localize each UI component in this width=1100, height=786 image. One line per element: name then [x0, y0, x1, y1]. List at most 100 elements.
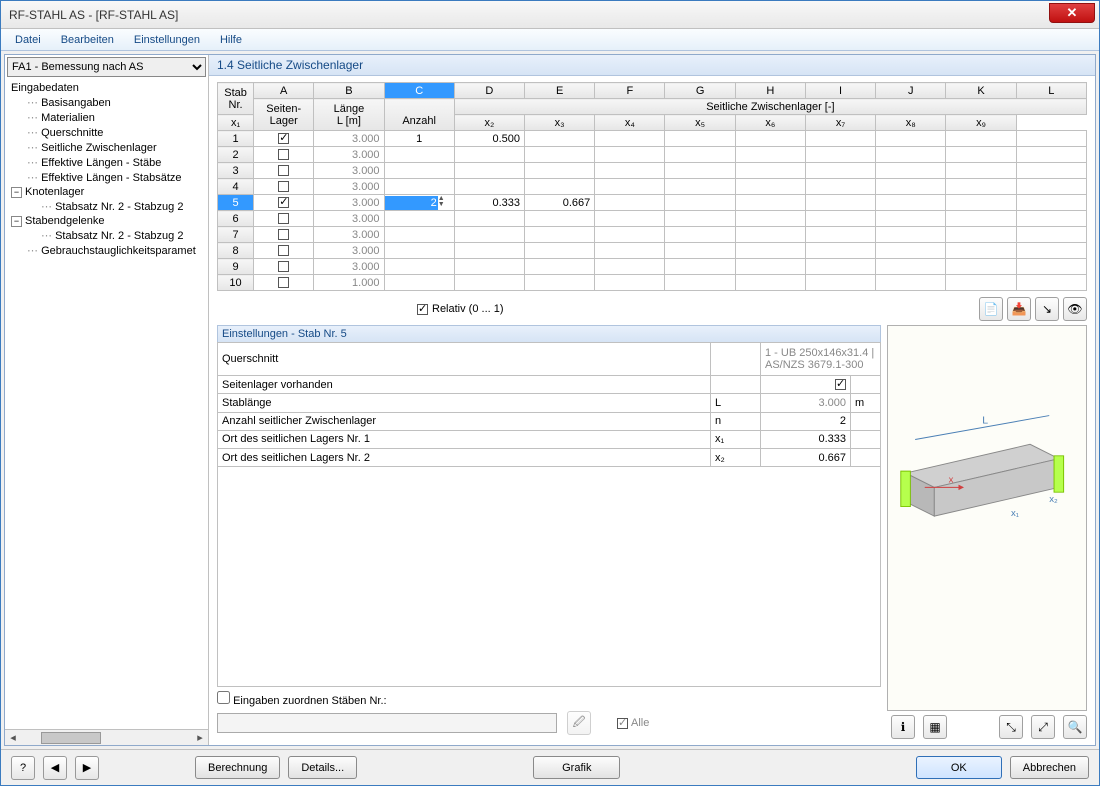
row-header[interactable]: 3: [218, 163, 254, 179]
col-K[interactable]: K: [946, 83, 1016, 99]
menu-datei[interactable]: Datei: [7, 32, 49, 48]
col-B[interactable]: B: [314, 83, 384, 99]
assign-checkbox[interactable]: Eingaben zuordnen Stäben Nr.:: [217, 691, 387, 707]
axis-icon[interactable]: ⤡: [999, 715, 1023, 739]
checkbox-icon[interactable]: [278, 245, 289, 256]
anzahl-input[interactable]: [385, 196, 438, 210]
details-button[interactable]: Details...: [288, 756, 357, 779]
row-header[interactable]: 9: [218, 259, 254, 275]
help-icon[interactable]: ?: [11, 756, 35, 780]
table-row[interactable]: 83.000: [218, 243, 1087, 259]
checkbox-icon[interactable]: [278, 277, 289, 288]
menu-einstellungen[interactable]: Einstellungen: [126, 32, 208, 48]
close-button[interactable]: ✕: [1049, 3, 1095, 23]
abbrechen-button[interactable]: Abbrechen: [1010, 756, 1089, 779]
table-row[interactable]: 73.000: [218, 227, 1087, 243]
scroll-thumb[interactable]: [41, 732, 101, 744]
table-row[interactable]: 43.000: [218, 179, 1087, 195]
tree-stabendgelenke-child[interactable]: ⋯ Stabsatz Nr. 2 - Stabzug 2: [9, 228, 204, 243]
collapse-icon[interactable]: −: [11, 216, 22, 227]
row-header[interactable]: 2: [218, 147, 254, 163]
berechnung-button[interactable]: Berechnung: [195, 756, 280, 779]
table-row[interactable]: 93.000: [218, 259, 1087, 275]
spinner-icon[interactable]: ▲▼: [438, 196, 450, 208]
checkbox-icon[interactable]: [835, 379, 846, 390]
tree-stabendgelenke[interactable]: −Stabendgelenke: [9, 214, 204, 228]
checkbox-icon[interactable]: [278, 133, 289, 144]
col-E[interactable]: E: [525, 83, 595, 99]
data-grid[interactable]: StabNr. A B C D E F G H I J K L: [217, 82, 1087, 291]
pick-icon[interactable]: ↘: [1035, 297, 1059, 321]
ok-button[interactable]: OK: [916, 756, 1002, 779]
next-icon[interactable]: ▶: [75, 756, 99, 780]
checkbox-icon[interactable]: [278, 149, 289, 160]
tree-querschnitte[interactable]: ⋯ Querschnitte: [9, 125, 204, 140]
assign-input[interactable]: [217, 713, 557, 733]
section-icon[interactable]: ▦: [923, 715, 947, 739]
table-row[interactable]: 33.000: [218, 163, 1087, 179]
info-icon[interactable]: ℹ: [891, 715, 915, 739]
row-header[interactable]: 5: [218, 195, 254, 211]
relativ-checkbox[interactable]: Relativ (0 ... 1): [417, 303, 504, 315]
collapse-icon[interactable]: −: [11, 187, 22, 198]
menubar: Datei Bearbeiten Einstellungen Hilfe: [1, 29, 1099, 51]
prev-icon[interactable]: ◀: [43, 756, 67, 780]
case-select[interactable]: FA1 - Bemessung nach AS: [7, 57, 206, 77]
tree-basisangaben[interactable]: ⋯ Basisangaben: [9, 95, 204, 110]
scroll-right-icon[interactable]: ▸: [192, 731, 208, 744]
checkbox-icon[interactable]: [417, 304, 428, 315]
col-F[interactable]: F: [595, 83, 665, 99]
tree-knotenlager[interactable]: −Knotenlager: [9, 185, 204, 199]
table-row[interactable]: 63.000: [218, 211, 1087, 227]
menu-hilfe[interactable]: Hilfe: [212, 32, 250, 48]
tree-seitliche-zwischenlager[interactable]: ⋯ Seitliche Zwischenlager: [9, 140, 204, 155]
col-I[interactable]: I: [805, 83, 875, 99]
pick-members-icon[interactable]: 🖉: [567, 711, 591, 735]
tree-materialien[interactable]: ⋯ Materialien: [9, 110, 204, 125]
hdr-stab: Stab: [222, 87, 249, 99]
svg-text:x₂: x₂: [1049, 494, 1058, 505]
col-A[interactable]: A: [254, 83, 314, 99]
checkbox-icon[interactable]: [278, 197, 289, 208]
checkbox-icon[interactable]: [278, 261, 289, 272]
checkbox-icon[interactable]: [278, 213, 289, 224]
settings-table[interactable]: Querschnitt1 - UB 250x146x31.4 | AS/NZS …: [217, 342, 881, 687]
table-row[interactable]: 101.000: [218, 275, 1087, 291]
checkbox-icon[interactable]: [278, 229, 289, 240]
view-icon[interactable]: 👁: [1063, 297, 1087, 321]
main-panel: 1.4 Seitliche Zwischenlager StabNr. A B …: [209, 55, 1095, 745]
tree-knotenlager-child[interactable]: ⋯ Stabsatz Nr. 2 - Stabzug 2: [9, 199, 204, 214]
col-L[interactable]: L: [1016, 83, 1086, 99]
checkbox-icon[interactable]: [278, 165, 289, 176]
zoom-icon[interactable]: 🔍: [1063, 715, 1087, 739]
settings-title: Einstellungen - Stab Nr. 5: [217, 325, 881, 342]
row-header[interactable]: 8: [218, 243, 254, 259]
axis2-icon[interactable]: ⤢: [1031, 715, 1055, 739]
table-row[interactable]: 53.000▲▼0.3330.667: [218, 195, 1087, 211]
tree-eff-laengen-stabsaetze[interactable]: ⋯ Effektive Längen - Stabsätze: [9, 170, 204, 185]
col-D[interactable]: D: [454, 83, 524, 99]
table-row[interactable]: 13.00010.500: [218, 131, 1087, 147]
row-header[interactable]: 1: [218, 131, 254, 147]
row-header[interactable]: 7: [218, 227, 254, 243]
row-header[interactable]: 4: [218, 179, 254, 195]
col-G[interactable]: G: [665, 83, 735, 99]
row-header[interactable]: 10: [218, 275, 254, 291]
checkbox-icon[interactable]: [278, 181, 289, 192]
scroll-left-icon[interactable]: ◂: [5, 731, 21, 744]
col-H[interactable]: H: [735, 83, 805, 99]
checkbox-icon: [617, 718, 628, 729]
alle-checkbox[interactable]: Alle: [617, 717, 649, 729]
excel-export-icon[interactable]: 📄: [979, 297, 1003, 321]
row-header[interactable]: 6: [218, 211, 254, 227]
grafik-button[interactable]: Grafik: [533, 756, 620, 779]
menu-bearbeiten[interactable]: Bearbeiten: [53, 32, 122, 48]
table-row[interactable]: 23.000: [218, 147, 1087, 163]
col-J[interactable]: J: [876, 83, 946, 99]
excel-import-icon[interactable]: 📥: [1007, 297, 1031, 321]
col-C[interactable]: C: [384, 83, 454, 99]
tree-eff-laengen-staebe[interactable]: ⋯ Effektive Längen - Stäbe: [9, 155, 204, 170]
tree-root[interactable]: Eingabedaten: [9, 81, 204, 95]
sidebar-hscroll[interactable]: ◂ ▸: [5, 729, 208, 745]
tree-gebrauchstauglichkeit[interactable]: ⋯ Gebrauchstauglichkeitsparamet: [9, 243, 204, 258]
